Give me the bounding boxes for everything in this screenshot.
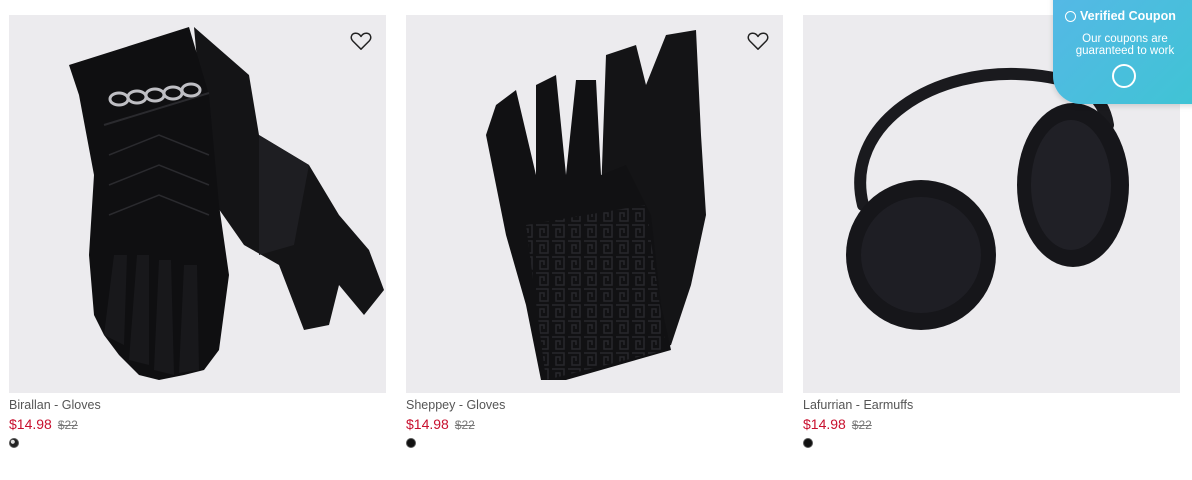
check-circle-icon (1065, 11, 1076, 22)
original-price: $22 (454, 418, 475, 432)
color-swatch[interactable] (803, 438, 813, 448)
coupon-title-text: Verified Coupon (1080, 9, 1176, 23)
verified-coupon-badge[interactable]: Verified Coupon Our coupons are guarante… (1053, 0, 1192, 104)
product-card[interactable]: Sheppey - Gloves $14.98 $22 (406, 15, 783, 448)
product-name[interactable]: Sheppey - Gloves (406, 398, 783, 412)
product-image[interactable] (9, 15, 386, 393)
price-row: $14.98 $22 (406, 416, 783, 432)
product-image[interactable] (406, 15, 783, 393)
coupon-logo-icon[interactable] (1112, 64, 1136, 88)
gloves-image (486, 30, 706, 380)
coupon-title: Verified Coupon (1065, 9, 1176, 23)
sale-price: $14.98 (406, 416, 449, 432)
price-row: $14.98 $22 (9, 416, 386, 432)
color-swatch[interactable] (9, 438, 19, 448)
color-swatch[interactable] (406, 438, 416, 448)
product-name[interactable]: Birallan - Gloves (9, 398, 386, 412)
product-name[interactable]: Lafurrian - Earmuffs (803, 398, 1180, 412)
gloves-image (69, 27, 384, 380)
heart-outline-icon[interactable] (747, 31, 769, 51)
product-card[interactable]: Birallan - Gloves $14.98 $22 (9, 15, 386, 448)
original-price: $22 (851, 418, 872, 432)
sale-price: $14.98 (9, 416, 52, 432)
product-grid: Birallan - Gloves $14.98 $22 Sheppey - G… (0, 0, 1192, 480)
heart-outline-icon[interactable] (350, 31, 372, 51)
price-row: $14.98 $22 (803, 416, 1180, 432)
sale-price: $14.98 (803, 416, 846, 432)
coupon-subtitle: Our coupons are guaranteed to work (1075, 33, 1175, 57)
original-price: $22 (57, 418, 78, 432)
